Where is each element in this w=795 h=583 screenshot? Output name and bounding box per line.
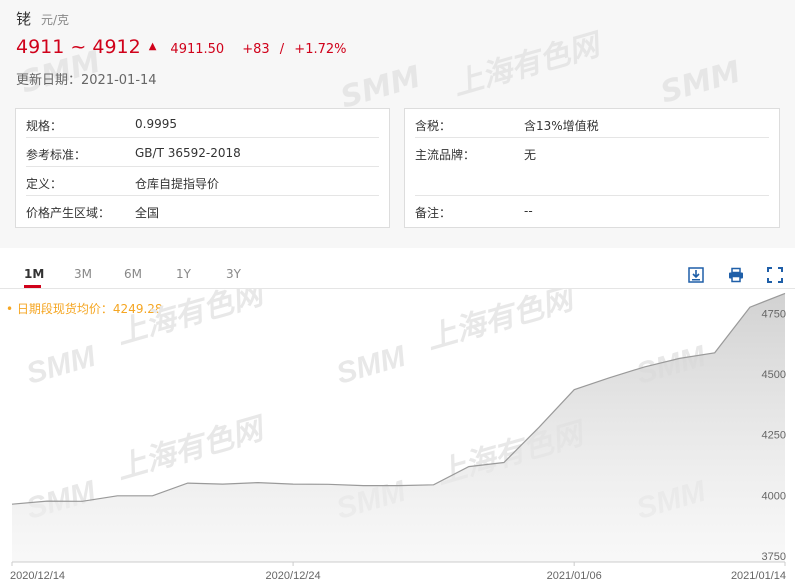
price-change: +83 / +1.72% [242,42,346,57]
spec-key: 定义： [26,177,63,191]
spec-key: 参考标准： [26,148,87,162]
title-row: 铑 元/克 [16,8,69,29]
watermark: SMM [656,54,745,111]
spec-value: GB/T 36592-2018 [135,146,241,160]
spec-row: 参考标准： GB/T 36592-2018 [26,138,379,167]
watermark: 上海有色网 [423,289,580,356]
y-tick-label: 4750 [762,308,786,320]
update-date: 更新日期：2021-01-14 [16,69,157,88]
spec-value: 0.9995 [135,117,177,131]
spec-key: 规格： [26,119,63,133]
product-info-panel: SMM SMM 上海有色网 SMM 铑 元/克 4911 ~ 4912 ▲ 49… [0,0,795,248]
active-tab-indicator [24,285,41,288]
tab-6m[interactable]: 6M [124,267,142,281]
spec-value: 仓库自提指导价 [135,177,220,191]
x-tick-label: 2020/12/24 [266,570,321,582]
spec-row: 含税： 含13%增值税 [415,109,769,138]
update-date-value: 2021-01-14 [81,73,157,88]
tab-3y[interactable]: 3Y [226,267,241,281]
spec-row: 主流品牌： 无 [415,138,769,196]
spec-table-left: 规格： 0.9995 参考标准： GB/T 36592-2018 定义： 仓库自… [15,108,390,228]
price-up-icon: ▲ [148,41,157,52]
price-row: 4911 ~ 4912 ▲ 4911.50 +83 / +1.72% [16,36,347,58]
change-separator: / [279,42,285,57]
spec-key: 价格产生区域： [26,206,111,220]
y-tick-label: 4250 [762,430,786,442]
product-name: 铑 [16,10,32,28]
tab-1y[interactable]: 1Y [176,267,191,281]
range-tabs-bar: 1M 3M 6M 1Y 3Y [0,259,795,289]
spec-table-right: 含税： 含13%增值税 主流品牌： 无 备注： -- [404,108,780,228]
price-chart: SMM上海有色网SMM上海有色网SMMSMM上海有色网SMM上海有色网SMM 3… [10,289,786,582]
spec-value: 无 [524,148,537,162]
spec-row: 价格产生区域： 全国 [26,196,379,225]
spec-value: 含13%增值税 [524,119,599,133]
spec-value: 全国 [135,206,160,220]
average-price: 4911.50 [170,42,225,57]
spec-row: 备注： -- [415,196,769,225]
watermark: 上海有色网 [113,412,270,486]
update-label: 更新日期： [16,73,82,88]
tab-3m[interactable]: 3M [74,267,92,281]
watermark: SMM [23,339,100,390]
watermark: 上海有色网 [449,27,603,103]
spec-row: 规格： 0.9995 [26,109,379,138]
download-icon[interactable] [688,267,704,283]
x-tick-label: 2021/01/06 [547,570,602,582]
print-icon[interactable] [728,267,744,283]
spec-key: 主流品牌： [415,148,476,162]
change-percent: +1.72% [294,42,347,57]
watermark: SMM [333,339,410,390]
watermark: 上海有色网 [113,289,270,351]
price-range: 4911 ~ 4912 [16,36,141,58]
x-tick-label: 2021/01/14 [731,570,786,582]
x-tick-label: 2020/12/14 [10,570,65,582]
y-tick-label: 3750 [762,551,786,563]
spec-value: -- [524,204,533,218]
y-tick-label: 4000 [762,490,786,502]
spec-key: 含税： [415,119,452,133]
spec-key: 备注： [415,206,452,220]
fullscreen-icon[interactable] [767,267,783,283]
tab-1m[interactable]: 1M [24,267,44,281]
spec-row: 定义： 仓库自提指导价 [26,167,379,196]
product-unit: 元/克 [41,13,70,27]
change-value: +83 [242,42,270,57]
y-tick-label: 4500 [762,369,786,381]
